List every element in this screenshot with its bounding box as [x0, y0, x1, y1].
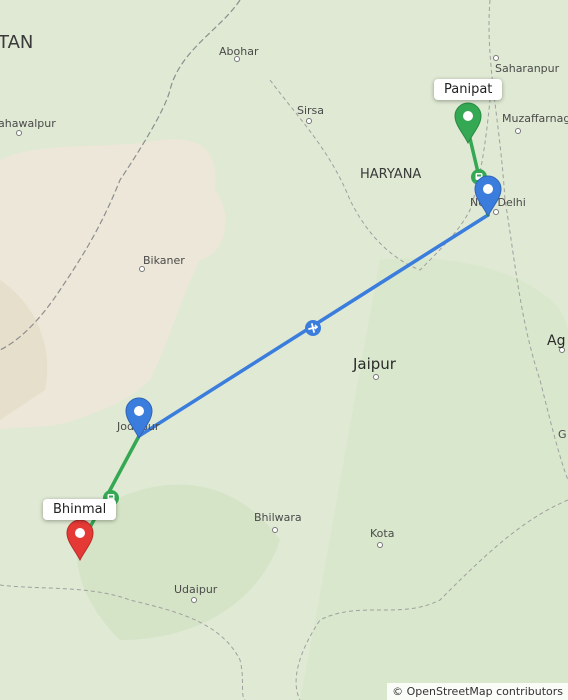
city-label-muzaffarnagar: Muzaffarnaga — [502, 112, 568, 125]
state-label-haryana: HARYANA — [360, 167, 421, 182]
city-label-sirsa: Sirsa — [297, 104, 324, 117]
city-label-kota: Kota — [370, 527, 394, 540]
country-label-partial: TAN — [0, 32, 33, 53]
map-canvas[interactable]: TAN HARYANA Abohar Sirsa Saharanpur Muza… — [0, 0, 568, 700]
airplane-icon[interactable] — [305, 320, 321, 336]
city-label-bahawalpur: ahawalpur — [0, 117, 56, 130]
city-label-bhilwara: Bhilwara — [254, 511, 302, 524]
city-label-saharanpur: Saharanpur — [495, 62, 560, 75]
city-label-bikaner: Bikaner — [143, 254, 185, 267]
city-label-gwalior: G — [558, 428, 567, 441]
map-attribution[interactable]: © OpenStreetMap contributors — [387, 683, 568, 700]
city-label-agra: Ag — [547, 333, 565, 349]
origin-label[interactable]: Bhinmal — [43, 499, 117, 520]
city-label-abohar: Abohar — [219, 45, 259, 58]
destination-label[interactable]: Panipat — [434, 79, 503, 100]
city-label-udaipur: Udaipur — [174, 583, 218, 596]
city-label-jaipur: Jaipur — [352, 355, 397, 373]
